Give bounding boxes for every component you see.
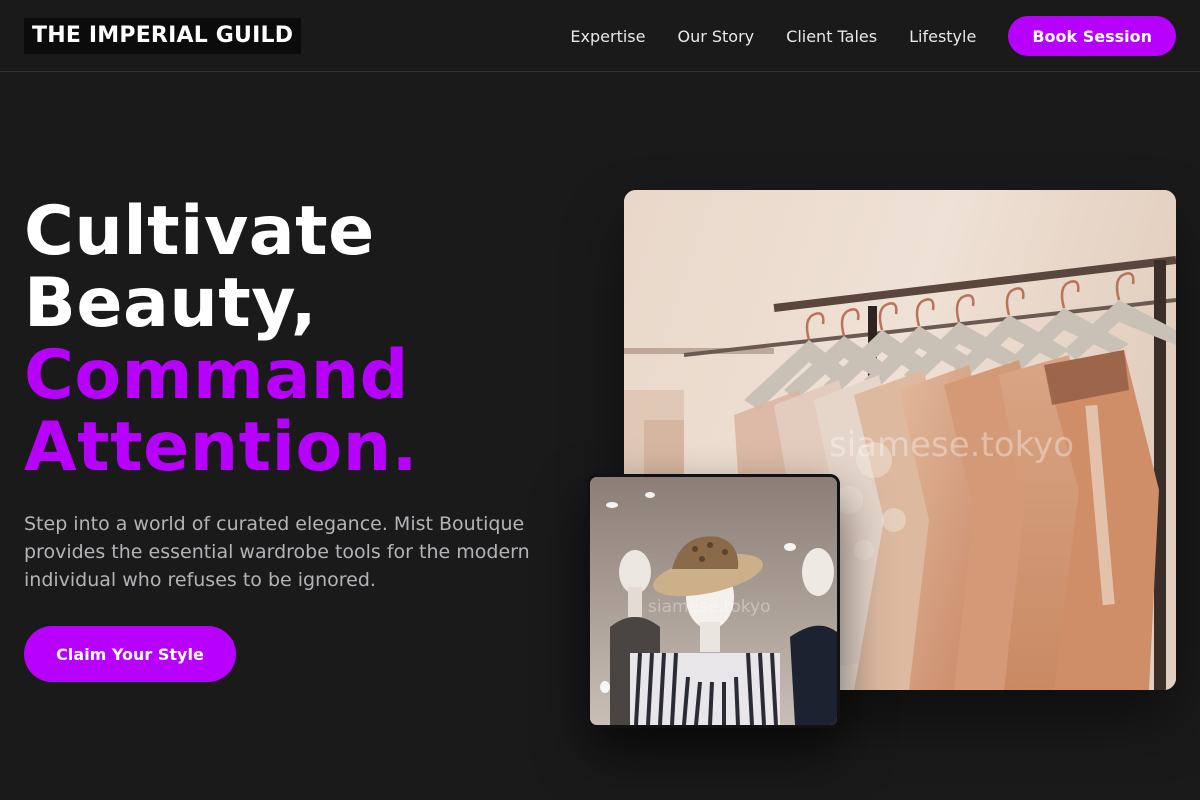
nav-link-our-story[interactable]: Our Story [677, 27, 754, 46]
nav-link-client-tales[interactable]: Client Tales [786, 27, 877, 46]
main-nav: Expertise Our Story Client Tales Lifesty… [570, 16, 1176, 56]
hero-title-accent-line: Command [24, 336, 409, 415]
hero-title: Cultivate Beauty, Command Attention. [24, 196, 418, 484]
claim-style-button[interactable]: Claim Your Style [24, 626, 236, 682]
image-watermark: siamese.tokyo [648, 597, 771, 617]
brand-logo[interactable]: THE IMPERIAL GUILD [24, 18, 302, 54]
mannequin-image: siamese.tokyo [587, 474, 840, 728]
hero-title-line: Cultivate [24, 192, 375, 271]
book-session-button[interactable]: Book Session [1008, 16, 1176, 56]
hero-title-line: Beauty, [24, 264, 318, 343]
hero-title-accent-line: Attention. [24, 408, 418, 487]
image-watermark: siamese.tokyo [829, 425, 1075, 465]
nav-link-lifestyle[interactable]: Lifestyle [909, 27, 976, 46]
hero-description: Step into a world of curated elegance. M… [24, 513, 530, 591]
site-header: THE IMPERIAL GUILD Expertise Our Story C… [0, 0, 1200, 72]
nav-link-expertise[interactable]: Expertise [570, 27, 645, 46]
